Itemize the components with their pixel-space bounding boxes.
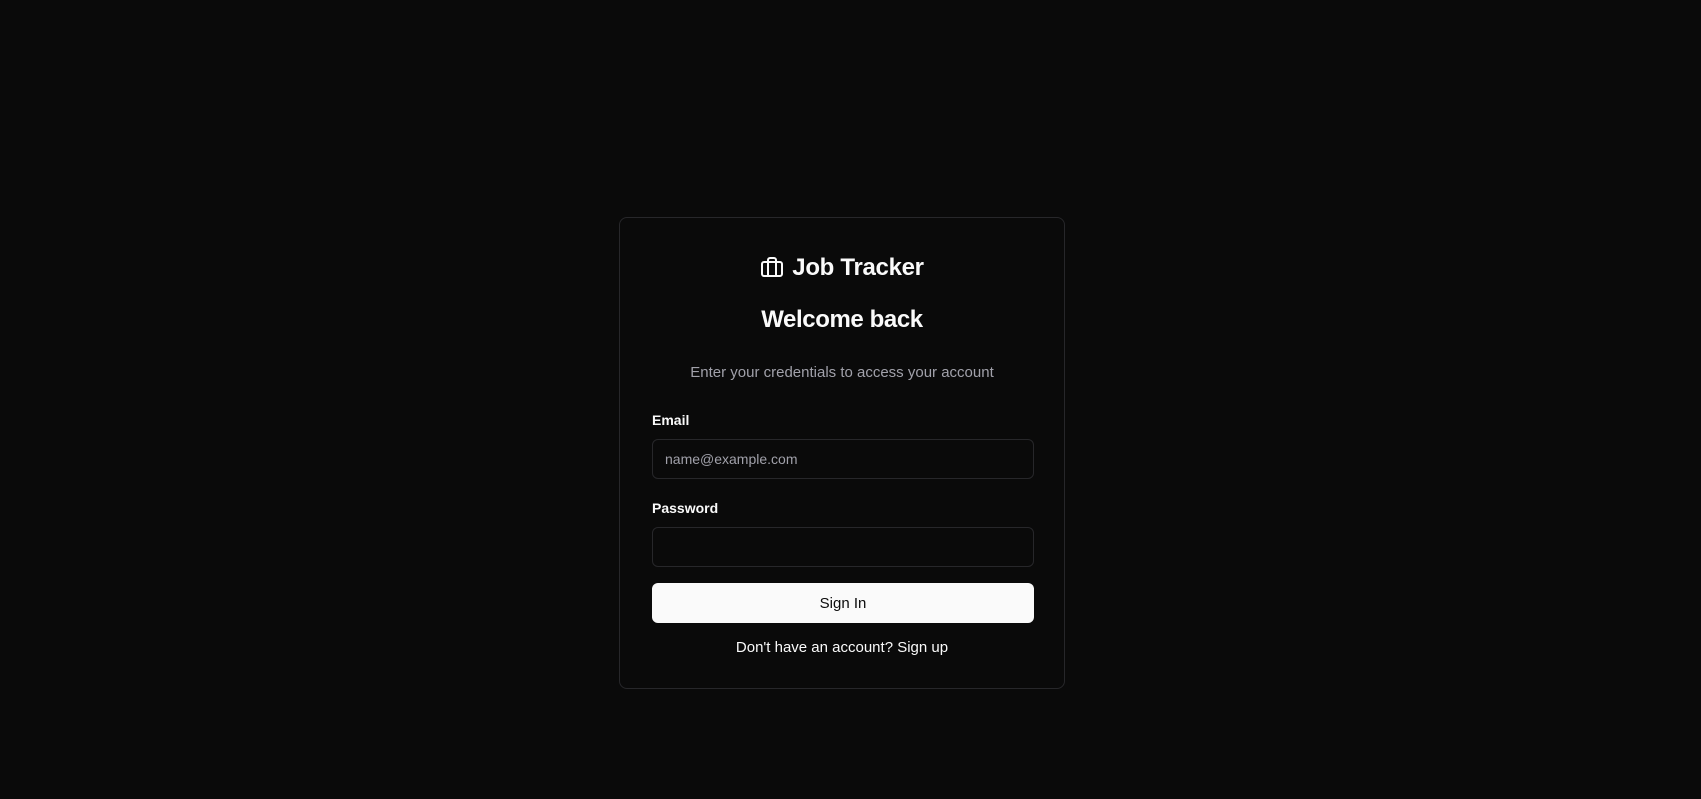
page-title: Welcome back: [761, 306, 923, 333]
login-card: Job Tracker Welcome back Enter your cred…: [619, 217, 1065, 689]
briefcase-icon: [760, 256, 784, 280]
signup-prompt: Don't have an account? Sign up: [620, 639, 1064, 656]
password-field[interactable]: [652, 527, 1034, 567]
password-label: Password: [652, 500, 719, 516]
page-subtitle: Enter your credentials to access your ac…: [690, 364, 994, 381]
signup-prompt-text: Don't have an account?: [735, 639, 894, 656]
sign-in-button[interactable]: Sign In: [652, 583, 1034, 623]
brand-name: Job Tracker: [792, 254, 924, 281]
email-label: Email: [652, 412, 690, 428]
email-field[interactable]: [652, 439, 1034, 479]
brand-header: Job Tracker: [620, 252, 1064, 284]
sign-up-link[interactable]: Sign up: [897, 639, 948, 656]
